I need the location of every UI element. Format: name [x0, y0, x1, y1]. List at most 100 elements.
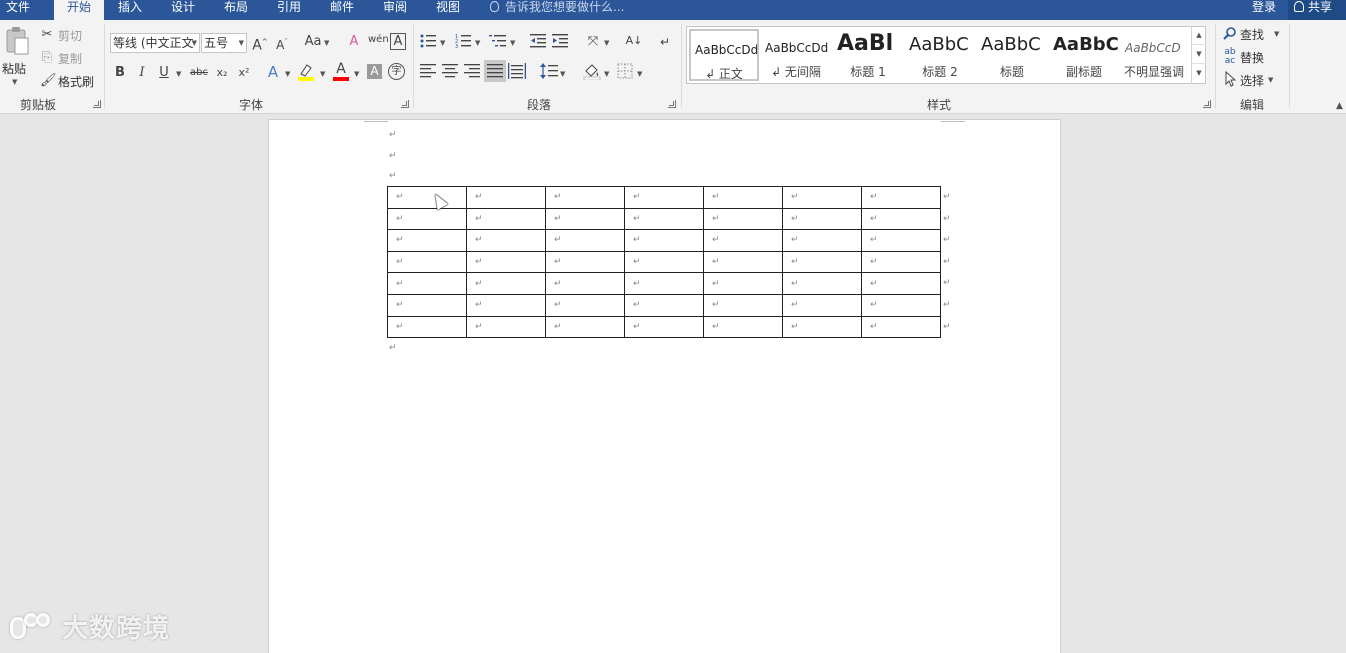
align-left-icon[interactable] — [420, 64, 436, 84]
table-cell[interactable]: ↵ — [861, 250, 941, 274]
table-cell[interactable]: ↵ — [387, 207, 467, 231]
chevron-down-icon[interactable]: ▼ — [637, 70, 642, 78]
grow-font-icon[interactable]: A^ — [252, 33, 268, 55]
bold-button[interactable]: B — [113, 64, 127, 82]
chevron-down-icon[interactable]: ▼ — [176, 70, 181, 78]
select-button[interactable]: 选择 — [1240, 72, 1264, 89]
table-cell[interactable]: ↵ — [545, 186, 625, 209]
shading-icon[interactable] — [583, 62, 601, 86]
table-cell[interactable]: ↵ — [466, 293, 546, 317]
tab-layout[interactable]: 布局 — [224, 0, 248, 20]
scroll-down-icon[interactable]: ▼ — [1192, 45, 1206, 64]
find-button[interactable]: 查找 — [1240, 26, 1264, 43]
tab-mailings[interactable]: 邮件 — [330, 0, 354, 20]
chevron-down-icon[interactable]: ▼ — [285, 70, 290, 78]
table-cell[interactable]: ↵ — [545, 229, 625, 252]
font-launcher-icon[interactable] — [401, 100, 409, 108]
table-cell[interactable]: ↵ — [782, 272, 862, 295]
style-item-heading-2[interactable]: AaBbC 标题 2 — [905, 29, 975, 81]
asian-layout-icon[interactable]: ⤧ — [584, 33, 602, 51]
shrink-font-icon[interactable]: Aˇ — [274, 33, 290, 54]
char-shading-icon[interactable]: A — [367, 64, 382, 79]
login-button[interactable]: 登录 — [1252, 0, 1276, 14]
subscript-button[interactable]: x₂ — [213, 64, 231, 82]
table-cell[interactable]: ↵ — [861, 272, 941, 295]
underline-button[interactable]: U — [157, 64, 171, 82]
table-cell[interactable]: ↵ — [782, 186, 862, 209]
numbering-icon[interactable]: 123 — [455, 33, 471, 55]
table-cell[interactable]: ↵ — [861, 186, 941, 209]
table-cell[interactable]: ↵ — [782, 207, 862, 231]
paste-button[interactable]: 粘贴 — [2, 60, 26, 77]
chevron-down-icon[interactable]: ▼ — [440, 39, 445, 47]
table-cell[interactable]: ↵ — [624, 229, 704, 252]
chevron-down-icon[interactable]: ▼ — [604, 70, 609, 78]
style-item-subtitle[interactable]: AaBbC 副标题 — [1049, 29, 1119, 81]
tab-references[interactable]: 引用 — [277, 0, 301, 20]
chevron-down-icon[interactable]: ▼ — [324, 39, 329, 47]
table-cell[interactable]: ↵ — [466, 250, 546, 274]
table-cell[interactable]: ↵ — [703, 229, 783, 252]
change-case-icon[interactable]: Aa — [302, 33, 324, 51]
table-cell[interactable]: ↵ — [703, 186, 783, 209]
tell-me-box[interactable]: 告诉我您想要做什么... — [490, 0, 624, 14]
font-size-combo[interactable]: 五号 ▼ — [201, 33, 247, 53]
font-color-icon[interactable]: A — [332, 62, 350, 81]
tab-home[interactable]: 开始 — [54, 0, 104, 20]
table-cell[interactable]: ↵ — [466, 207, 546, 231]
align-right-icon[interactable] — [464, 64, 480, 84]
paragraph-launcher-icon[interactable] — [668, 100, 676, 108]
table-cell[interactable]: ↵ — [545, 272, 625, 295]
table-cell[interactable]: ↵ — [624, 186, 704, 209]
style-item-normal[interactable]: AaBbCcDd ↲ 正文 — [689, 29, 759, 81]
copy-button[interactable]: 复制 — [58, 50, 82, 67]
share-button[interactable]: 共享 — [1288, 0, 1346, 20]
table-cell[interactable]: ↵ — [703, 207, 783, 231]
table-cell[interactable]: ↵ — [861, 207, 941, 231]
table-cell[interactable]: ↵ — [545, 315, 625, 339]
table-cell[interactable]: ↵ — [387, 315, 467, 339]
cut-button[interactable]: 剪切 — [58, 27, 82, 44]
borders-icon[interactable] — [617, 63, 633, 85]
table-cell[interactable]: ↵ — [545, 207, 625, 231]
table-cell[interactable]: ↵ — [466, 186, 546, 209]
table-cell[interactable]: ↵ — [545, 250, 625, 274]
decrease-indent-icon[interactable] — [530, 33, 546, 55]
table-cell[interactable]: ↵ — [624, 207, 704, 231]
italic-button[interactable]: I — [135, 64, 149, 82]
chevron-down-icon[interactable]: ▼ — [1274, 30, 1279, 38]
bullets-icon[interactable] — [420, 33, 436, 55]
table-cell[interactable]: ↵ — [703, 272, 783, 295]
sort-icon[interactable]: A↓ — [625, 32, 643, 50]
paste-dropdown-icon[interactable]: ▼ — [12, 78, 17, 86]
text-effects-icon[interactable]: A — [265, 63, 281, 81]
chevron-down-icon[interactable]: ▼ — [354, 70, 359, 78]
paste-icon[interactable] — [4, 26, 30, 56]
tab-file[interactable]: 文件 — [6, 0, 30, 20]
table-cell[interactable]: ↵ — [624, 250, 704, 274]
align-center-icon[interactable] — [442, 64, 458, 84]
show-marks-icon[interactable]: ↵ — [657, 33, 673, 51]
chevron-down-icon[interactable]: ▼ — [320, 70, 325, 78]
document-table[interactable]: ↵ ↵ ↵ ↵ ↵ ↵ ↵ ↵ ↵ ↵ ↵ ↵ ↵ ↵ ↵ ↵ ↵ ↵ ↵ ↵ ↵ ↵ ↵ ↵ ↵ ↵ ↵ ↵ ↵ ↵ ↵ ↵ ↵ ↵ ↵ ↵ ↵ ↵ ↵ ↵… — [387, 186, 941, 339]
style-item-heading-1[interactable]: AaBl 标题 1 — [833, 29, 903, 81]
chevron-down-icon[interactable]: ▼ — [510, 39, 515, 47]
scroll-up-icon[interactable]: ▲ — [1192, 26, 1206, 45]
table-cell[interactable]: ↵ — [387, 186, 467, 209]
replace-button[interactable]: 替换 — [1240, 49, 1264, 66]
increase-indent-icon[interactable] — [552, 33, 568, 55]
table-cell[interactable]: ↵ — [782, 315, 862, 339]
chevron-down-icon[interactable]: ▼ — [560, 70, 565, 78]
clear-format-icon[interactable]: A — [346, 33, 362, 51]
tab-design[interactable]: 设计 — [171, 0, 195, 20]
style-item-no-spacing[interactable]: AaBbCcDd ↲ 无间隔 — [761, 29, 831, 81]
table-cell[interactable]: ↵ — [387, 293, 467, 317]
table-cell[interactable]: ↵ — [861, 293, 941, 317]
clipboard-launcher-icon[interactable] — [93, 100, 101, 108]
justify-icon[interactable] — [484, 60, 506, 82]
table-cell[interactable]: ↵ — [387, 229, 467, 252]
style-item-title[interactable]: AaBbC 标题 — [977, 29, 1047, 81]
more-styles-icon[interactable]: ▼ — [1192, 64, 1206, 83]
table-cell[interactable]: ↵ — [624, 293, 704, 317]
format-painter-button[interactable]: 格式刷 — [58, 73, 94, 90]
